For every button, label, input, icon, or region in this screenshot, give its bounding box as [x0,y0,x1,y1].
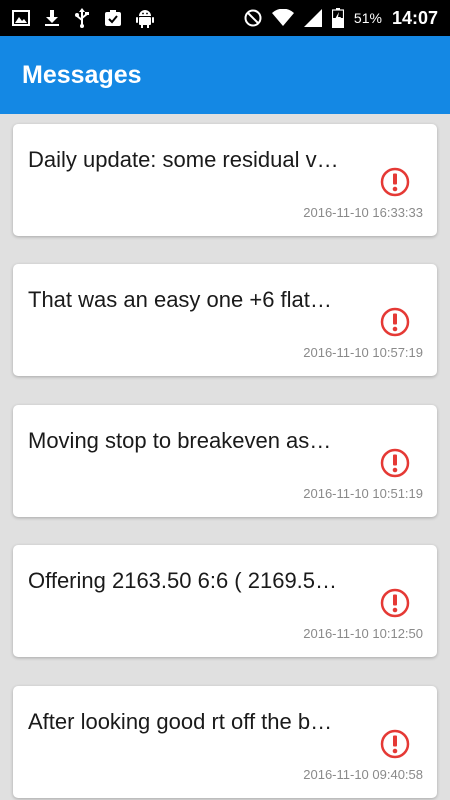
message-card[interactable]: That was an easy one +6 flat… 2016-11-10… [13,264,437,376]
android-icon [136,8,154,28]
alert-icon [380,588,410,618]
alert-icon [380,729,410,759]
message-text: Moving stop to breakeven as… [28,428,332,453]
message-timestamp: 2016-11-10 09:40:58 [303,767,423,782]
clock: 14:07 [391,7,438,28]
do-not-disturb-icon [244,9,262,27]
battery-charging-icon [331,8,344,28]
message-card[interactable]: Offering 2163.50 6:6 ( 2169.5… 2016-11-1… [13,545,437,657]
status-bar: 51% 14:07 [0,0,450,36]
message-timestamp: 2016-11-10 10:51:19 [303,486,423,501]
message-card[interactable]: After looking good rt off the b… 2016-11… [13,686,437,798]
signal-icon [303,9,322,27]
app-bar: Messages [0,36,450,114]
message-timestamp: 2016-11-10 16:33:33 [303,205,423,220]
message-timestamp: 2016-11-10 10:12:50 [303,626,423,641]
message-text: Daily update: some residual v… [28,147,339,172]
wifi-icon [271,9,294,27]
clipboard-check-icon [104,9,122,27]
message-text: That was an easy one +6 flat… [28,287,332,312]
download-icon [44,9,60,27]
message-card[interactable]: Moving stop to breakeven as… 2016-11-10 … [13,405,437,517]
page-title: Messages [22,60,142,89]
message-card[interactable]: Daily update: some residual v… 2016-11-1… [13,124,437,236]
message-text: After looking good rt off the b… [28,709,333,734]
alert-icon [380,307,410,337]
image-icon [12,10,30,26]
messages-list[interactable]: Daily update: some residual v… 2016-11-1… [0,114,450,800]
battery-percent: 51% [353,10,382,26]
system-icons: 51% 14:07 [244,8,450,29]
alert-icon [380,448,410,478]
usb-icon [74,8,90,28]
alert-icon [380,167,410,197]
message-timestamp: 2016-11-10 10:57:19 [303,345,423,360]
message-text: Offering 2163.50 6:6 ( 2169.5… [28,568,338,593]
notification-icons [0,8,154,28]
